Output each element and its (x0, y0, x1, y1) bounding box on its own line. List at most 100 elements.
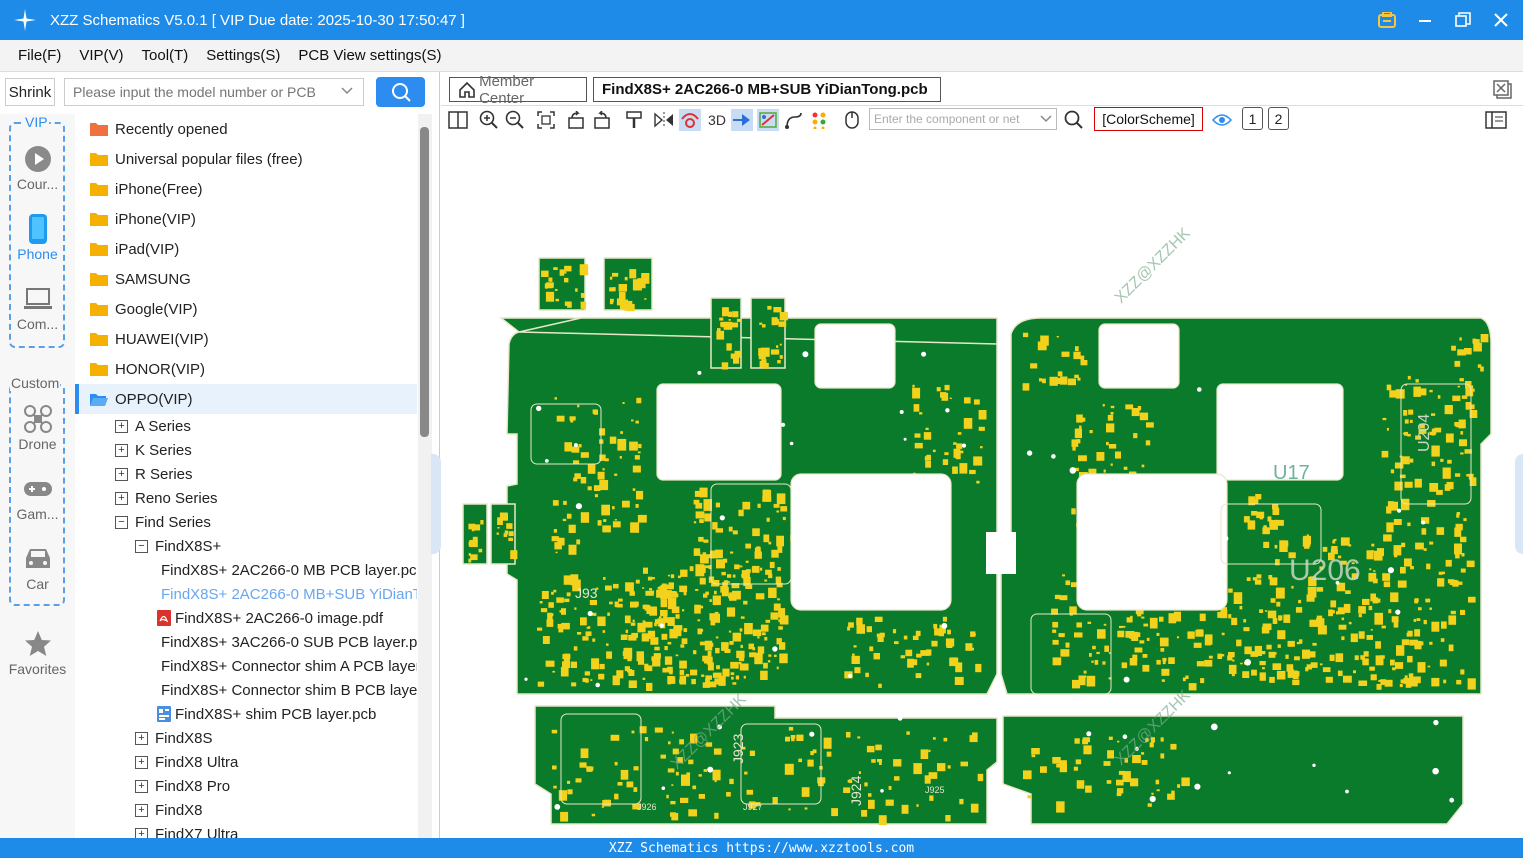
tree-item[interactable]: + R Series (75, 462, 417, 486)
shrink-button[interactable]: Shrink (5, 78, 55, 106)
expand-icon[interactable]: + (115, 491, 128, 505)
tree-item[interactable]: FindX8S+ 2AC266-0 MB PCB layer.pcb (75, 558, 417, 582)
expand-icon[interactable]: + (135, 827, 148, 838)
tree-item[interactable]: Recently opened (75, 114, 417, 144)
category-computer[interactable]: Com... (0, 284, 75, 332)
view-3d-button[interactable]: 3D (705, 109, 729, 131)
tree-item[interactable]: FindX8S+ 2AC266-0 MB+SUB YiDianTong.pcb (75, 582, 417, 606)
pcb-pad (1454, 360, 1461, 367)
tree-item[interactable]: Google(VIP) (75, 294, 417, 324)
tree-item[interactable]: iPad(VIP) (75, 234, 417, 264)
category-course[interactable]: Cour... (0, 144, 75, 192)
restore-icon[interactable] (1451, 8, 1475, 32)
menu-pcb-view-settings[interactable]: PCB View settings(S) (290, 47, 449, 64)
eye-icon[interactable] (1211, 109, 1233, 131)
tree-item[interactable]: iPhone(Free) (75, 174, 417, 204)
close-tabs-icon[interactable] (1493, 80, 1513, 100)
color-scheme-button[interactable]: [ColorScheme] (1094, 107, 1203, 131)
mouse-icon[interactable] (841, 109, 863, 131)
zoom-in-icon[interactable] (478, 109, 500, 131)
tree-item[interactable]: HONOR(VIP) (75, 354, 417, 384)
tree-item[interactable]: HUAWEI(VIP) (75, 324, 417, 354)
pin-mode-icon[interactable] (731, 109, 753, 131)
tree-item[interactable]: + A Series (75, 414, 417, 438)
tree-item-label: Universal popular files (free) (115, 150, 303, 168)
minimize-icon[interactable] (1413, 8, 1437, 32)
tree-item[interactable]: iPhone(VIP) (75, 204, 417, 234)
tree-item[interactable]: Universal popular files (free) (75, 144, 417, 174)
menu-settings[interactable]: Settings(S) (198, 47, 288, 64)
pads-icon[interactable] (809, 109, 831, 131)
expand-icon[interactable]: + (135, 731, 148, 745)
tree-item[interactable]: + FindX8S (75, 726, 417, 750)
category-car[interactable]: Car (0, 544, 75, 592)
pcb-pad (1445, 559, 1452, 567)
model-search-input[interactable] (64, 78, 364, 106)
pcb-pad (555, 298, 559, 302)
net-highlight-icon[interactable] (679, 109, 701, 131)
tab-member-center[interactable]: Member Center (449, 73, 587, 107)
tree-item[interactable]: + K Series (75, 438, 417, 462)
tree-item[interactable]: SAMSUNG (75, 264, 417, 294)
pcb-via (595, 682, 600, 688)
split-view-icon[interactable] (447, 109, 469, 131)
category-phone[interactable]: Phone (0, 214, 75, 262)
pcb-pad (1123, 466, 1128, 470)
expand-icon[interactable]: + (115, 443, 128, 457)
chevron-down-icon[interactable] (340, 84, 356, 100)
mirror-icon[interactable] (653, 109, 675, 131)
expand-icon[interactable]: + (135, 803, 148, 817)
pcb-pad (1149, 742, 1154, 748)
board-outline-icon[interactable] (757, 109, 779, 131)
pcb-pad (760, 347, 770, 357)
tree-item[interactable]: FindX8S+ 3AC266-0 SUB PCB layer.pcb (75, 630, 417, 654)
category-drone[interactable]: Drone (0, 404, 75, 452)
tree-item[interactable]: FindX8S+ Connector shim A PCB layer.pcb (75, 654, 417, 678)
menu-file[interactable]: File(F) (10, 47, 69, 64)
tree-item[interactable]: FindX8S+ Connector shim B PCB layer.pcb (75, 678, 417, 702)
tree-item[interactable]: − Find Series (75, 510, 417, 534)
search-button[interactable] (376, 77, 425, 107)
vip-badge-icon[interactable] (1375, 8, 1399, 32)
pcb-board-drawing[interactable]: U17 U206 U204 J923 J924 J925 J926 J927 J… (441, 134, 1523, 838)
tree-item[interactable]: FindX8S+ shim PCB layer.pcb (75, 702, 417, 726)
tree-item[interactable]: − FindX8S+ (75, 534, 417, 558)
tree-item[interactable]: + FindX8 Ultra (75, 750, 417, 774)
tree-item[interactable]: + FindX8 Pro (75, 774, 417, 798)
right-collapse-handle[interactable] (1515, 454, 1523, 554)
tree-item[interactable]: + FindX7 Ultra (75, 822, 417, 838)
expand-icon[interactable]: + (115, 467, 128, 481)
menu-vip[interactable]: VIP(V) (71, 47, 131, 64)
collapse-icon[interactable]: − (135, 539, 148, 553)
tree-item[interactable]: OPPO(VIP) (75, 384, 417, 414)
brush-icon[interactable] (623, 109, 645, 131)
expand-icon[interactable]: + (135, 755, 148, 769)
tree-item[interactable]: + Reno Series (75, 486, 417, 510)
pcb-canvas[interactable]: U17 U206 U204 J923 J924 J925 J926 J927 J… (431, 134, 1523, 838)
tree-item[interactable]: + FindX8 (75, 798, 417, 822)
menu-tool[interactable]: Tool(T) (134, 47, 197, 64)
layer-1-button[interactable]: 1 (1242, 107, 1263, 130)
left-collapse-handle[interactable] (431, 454, 441, 554)
component-search-icon[interactable] (1063, 109, 1085, 131)
expand-icon[interactable]: + (135, 779, 148, 793)
tree-item[interactable]: FindX8S+ 2AC266-0 image.pdf (75, 606, 417, 630)
rotate-left-icon[interactable] (565, 109, 587, 131)
layer-2-button[interactable]: 2 (1268, 107, 1289, 130)
side-panel-icon[interactable] (1485, 109, 1507, 131)
tab-active-file[interactable]: FindX8S+ 2AC266-0 MB+SUB YiDianTong.pcb (593, 77, 941, 102)
component-search-input[interactable]: Enter the component or net (869, 108, 1057, 130)
trace-icon[interactable] (783, 109, 805, 131)
close-icon[interactable] (1489, 8, 1513, 32)
expand-icon[interactable]: + (115, 419, 128, 433)
category-game[interactable]: Gam... (0, 474, 75, 522)
fit-view-icon[interactable] (535, 109, 557, 131)
pcb-pad (745, 560, 749, 563)
tree-scrollbar-thumb[interactable] (420, 127, 429, 437)
pcb-pad (644, 298, 647, 300)
rotate-right-icon[interactable] (591, 109, 613, 131)
collapse-icon[interactable]: − (115, 515, 128, 529)
pcb-pad (763, 662, 768, 669)
zoom-out-icon[interactable] (504, 109, 526, 131)
category-favorites[interactable]: Favorites (0, 629, 75, 677)
